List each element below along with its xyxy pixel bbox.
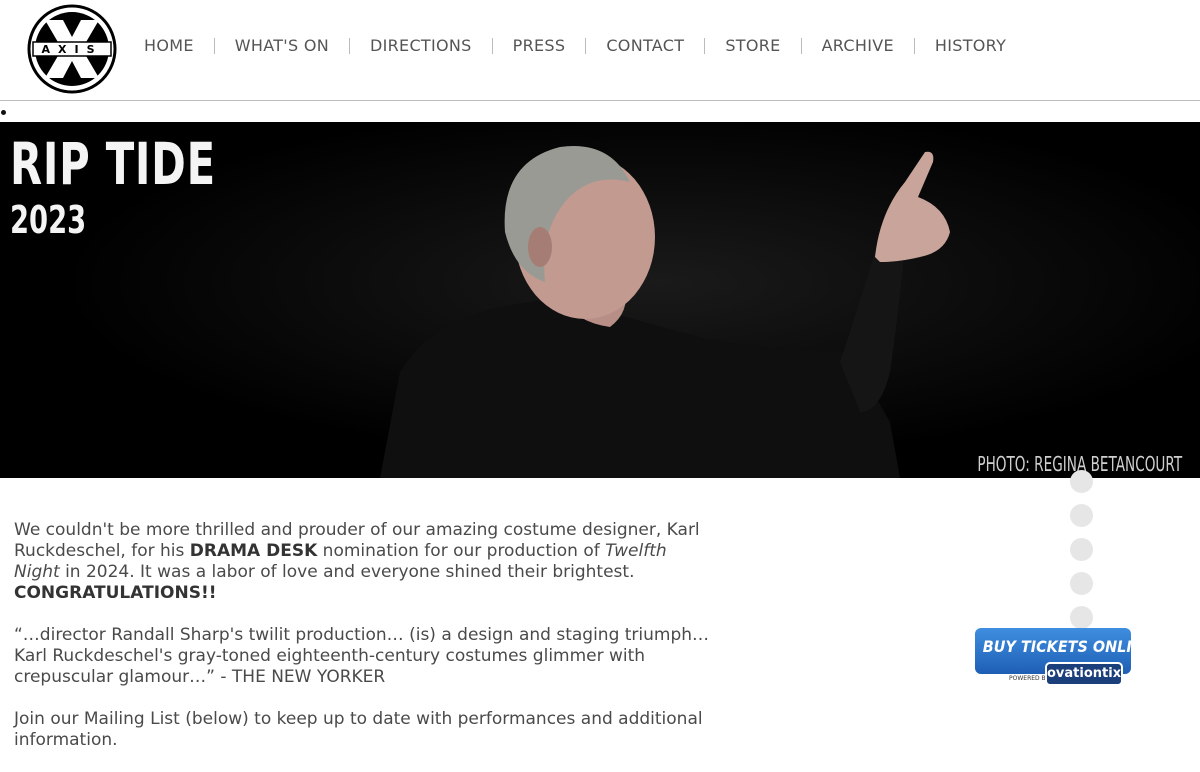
- carousel-dot[interactable]: [1070, 504, 1093, 527]
- main-nav: HOME WHAT'S ON DIRECTIONS PRESS CONTACT …: [124, 36, 1026, 55]
- nav-archive[interactable]: ARCHIVE: [802, 36, 914, 55]
- nav-contact[interactable]: CONTACT: [586, 36, 704, 55]
- powered-by-label: POWERED BY: [1009, 675, 1050, 682]
- nav-directions[interactable]: DIRECTIONS: [350, 36, 492, 55]
- main-content: We couldn't be more thrilled and prouder…: [14, 520, 714, 772]
- ovationtix-logo: ovationtix: [1045, 662, 1123, 686]
- hero-title: RIP TIDE: [10, 130, 216, 198]
- nav-whats-on[interactable]: WHAT'S ON: [215, 36, 349, 55]
- buy-tickets-label: BUY TICKETS ONLINE: [982, 637, 1154, 656]
- nav-home[interactable]: HOME: [124, 36, 214, 55]
- hero-banner[interactable]: RIP TIDE 2023 PHOTO: REGINA BETANCOURT: [0, 122, 1200, 478]
- congratulations-text: CONGRATULATIONS!!: [14, 583, 217, 603]
- carousel-dot[interactable]: [1070, 606, 1093, 629]
- mailing-list-text: Join our Mailing List (below) to keep up…: [14, 709, 703, 750]
- carousel-dot[interactable]: [1070, 572, 1093, 595]
- nav-press[interactable]: PRESS: [493, 36, 586, 55]
- list-bullet: [1, 110, 6, 115]
- announcement-text: nomination for our production of: [317, 541, 606, 561]
- site-header: AXIS HOME WHAT'S ON DIRECTIONS PRESS CON…: [0, 0, 1200, 101]
- logo-text: AXIS: [41, 43, 102, 56]
- nav-history[interactable]: HISTORY: [915, 36, 1026, 55]
- nav-store[interactable]: STORE: [705, 36, 800, 55]
- carousel-dot[interactable]: [1070, 538, 1093, 561]
- carousel-dots: [1070, 470, 1094, 640]
- carousel-dot[interactable]: [1070, 470, 1093, 493]
- drama-desk-text: DRAMA DESK: [189, 541, 318, 561]
- announcement-paragraph: We couldn't be more thrilled and prouder…: [14, 520, 714, 604]
- buy-tickets-button[interactable]: BUY TICKETS ONLINE POWERED BY ovationtix: [975, 628, 1154, 686]
- axis-logo[interactable]: AXIS: [27, 4, 117, 94]
- announcement-text: in 2024. It was a labor of love and ever…: [59, 562, 635, 582]
- hero-year: 2023: [10, 198, 87, 242]
- review-quote: “…director Randall Sharp's twilit produc…: [14, 625, 710, 687]
